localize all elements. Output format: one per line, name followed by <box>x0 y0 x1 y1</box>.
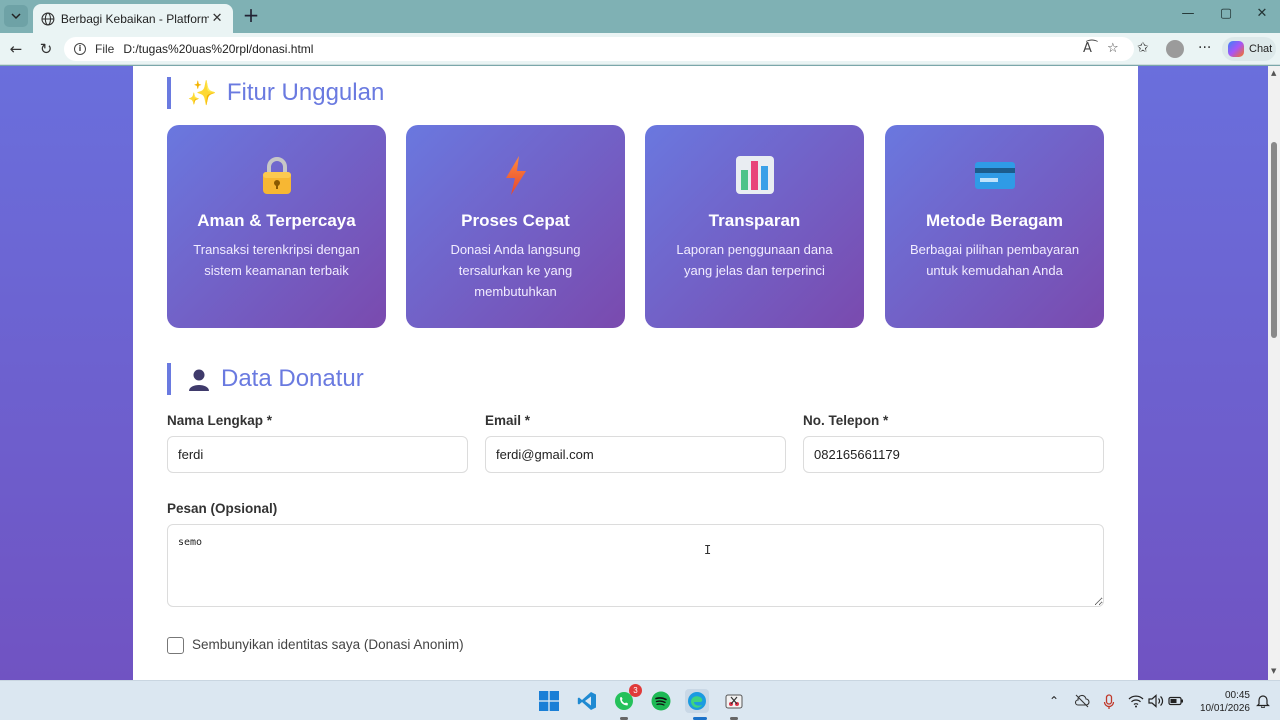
back-arrow-icon[interactable]: ← <box>6 39 26 59</box>
scroll-down-arrow-icon[interactable]: ▼ <box>1271 667 1276 675</box>
message-textarea[interactable]: semo <box>167 524 1104 607</box>
address-bar[interactable]: i File D:/tugas%20uas%20rpl/donasi.html … <box>64 37 1134 61</box>
scroll-up-arrow-icon[interactable]: ▲ <box>1271 69 1276 77</box>
name-label: Nama Lengkap * <box>167 413 273 428</box>
more-menu-icon[interactable]: ··· <box>1198 40 1211 56</box>
name-input[interactable] <box>167 436 468 473</box>
browser-toolbar: ← ↻ i File D:/tugas%20uas%20rpl/donasi.h… <box>0 33 1280 65</box>
tray-overflow-chevron-icon[interactable]: ⌃ <box>1049 694 1059 708</box>
email-label: Email * <box>485 413 531 428</box>
maximize-icon[interactable]: ▢ <box>1216 6 1236 21</box>
feature-title: Metode Beragam <box>926 211 1063 230</box>
refresh-icon[interactable]: ↻ <box>36 39 56 59</box>
text-cursor-icon: I <box>704 543 712 557</box>
email-input[interactable] <box>485 436 786 473</box>
features-section-title: ✨ Fitur Unggulan <box>167 77 384 109</box>
feature-title: Transparan <box>708 211 801 230</box>
features-title-text: Fitur Unggulan <box>226 79 385 106</box>
edge-browser-icon[interactable] <box>685 689 709 713</box>
person-icon <box>189 369 209 391</box>
browser-titlebar: Berbagi Kebaikan - Platform Donasi ✕ + —… <box>0 0 1280 33</box>
favorites-icon[interactable]: ✩ <box>1137 40 1149 56</box>
copilot-chat-button[interactable]: Chat <box>1222 37 1276 61</box>
volume-icon[interactable] <box>1148 694 1164 708</box>
clock-time: 00:45 <box>1224 690 1250 701</box>
url-scheme-label: File <box>95 42 115 56</box>
translate-icon[interactable]: A͡ <box>1083 41 1092 56</box>
notification-bell-icon[interactable] <box>1256 694 1270 708</box>
browser-tab-active[interactable]: Berbagi Kebaikan - Platform Donasi ✕ <box>33 4 233 33</box>
copilot-icon <box>1228 41 1244 57</box>
phone-label: No. Telepon * <box>803 413 889 428</box>
new-tab-button[interactable]: + <box>241 5 261 26</box>
main-container: ✨ Fitur Unggulan Aman & Terpercaya Trans… <box>133 66 1138 680</box>
whatsapp-icon[interactable]: 3 <box>612 684 642 713</box>
chat-label: Chat <box>1249 43 1273 55</box>
tab-title: Berbagi Kebaikan - Platform Donasi <box>60 11 210 26</box>
lock-icon <box>262 157 291 194</box>
lightning-icon <box>505 156 526 195</box>
feature-description: Donasi Anda langsung tersalurkan ke yang… <box>450 242 581 299</box>
feature-card-secure: Aman & Terpercaya Transaksi terenkripsi … <box>167 125 386 328</box>
close-tab-icon[interactable]: ✕ <box>209 11 225 26</box>
feature-card-fast: Proses Cepat Donasi Anda langsung tersal… <box>406 125 625 328</box>
spotify-icon[interactable] <box>649 689 673 713</box>
whatsapp-notification-badge: 3 <box>629 684 642 697</box>
windows-start-icon[interactable] <box>537 689 561 713</box>
windows-logo-icon <box>539 691 559 711</box>
bar-chart-icon <box>735 156 774 194</box>
url-text[interactable]: D:/tugas%20uas%20rpl/donasi.html <box>123 42 313 56</box>
spotify-logo-icon <box>651 691 671 711</box>
cloud-off-icon[interactable] <box>1074 694 1090 708</box>
donor-section-title: Data Donatur <box>167 363 364 395</box>
anonymous-checkbox[interactable] <box>167 637 184 654</box>
microphone-icon[interactable] <box>1103 694 1115 710</box>
feature-title: Proses Cepat <box>461 211 570 230</box>
favorite-star-icon[interactable]: ☆ <box>1107 41 1119 56</box>
snipping-logo-icon <box>725 694 743 709</box>
feature-card-methods: Metode Beragam Berbagai pilihan pembayar… <box>885 125 1104 328</box>
globe-icon <box>41 12 55 25</box>
anonymous-checkbox-label[interactable]: Sembunyikan identitas saya (Donasi Anoni… <box>192 637 464 652</box>
snipping-tool-icon[interactable] <box>722 689 746 713</box>
feature-card-transparent: Transparan Laporan penggunaan dana yang … <box>645 125 864 328</box>
minimize-icon[interactable]: — <box>1178 6 1198 21</box>
feature-description: Transaksi terenkripsi dengan sistem keam… <box>193 242 360 278</box>
profile-avatar[interactable] <box>1166 40 1184 58</box>
edge-logo-icon <box>688 692 706 710</box>
page-viewport: ✨ Fitur Unggulan Aman & Terpercaya Trans… <box>0 66 1268 680</box>
info-icon[interactable]: i <box>74 43 86 55</box>
feature-description: Berbagai pilihan pembayaran untuk kemuda… <box>909 242 1080 278</box>
battery-icon[interactable] <box>1168 694 1184 708</box>
credit-card-icon <box>974 162 1015 189</box>
clock-date: 10/01/2026 <box>1199 703 1250 714</box>
system-clock[interactable]: 00:45 10/01/2026 <box>1190 689 1250 715</box>
vscode-icon[interactable] <box>575 689 599 713</box>
message-label: Pesan (Opsional) <box>167 501 278 516</box>
donor-title-text: Data Donatur <box>221 365 364 392</box>
scrollbar-thumb[interactable] <box>1271 142 1277 338</box>
close-window-icon[interactable]: ✕ <box>1252 6 1272 21</box>
wifi-icon[interactable] <box>1128 694 1144 708</box>
chevron-down-icon <box>11 12 21 19</box>
feature-title: Aman & Terpercaya <box>197 211 356 230</box>
page-scrollbar[interactable]: ▲ ▼ <box>1268 66 1280 680</box>
sparkles-icon: ✨ <box>187 79 217 107</box>
tab-actions-button[interactable] <box>4 5 28 27</box>
phone-input[interactable] <box>803 436 1104 473</box>
vscode-logo-icon <box>577 692 596 710</box>
feature-description: Laporan penggunaan dana yang jelas dan t… <box>676 242 833 278</box>
